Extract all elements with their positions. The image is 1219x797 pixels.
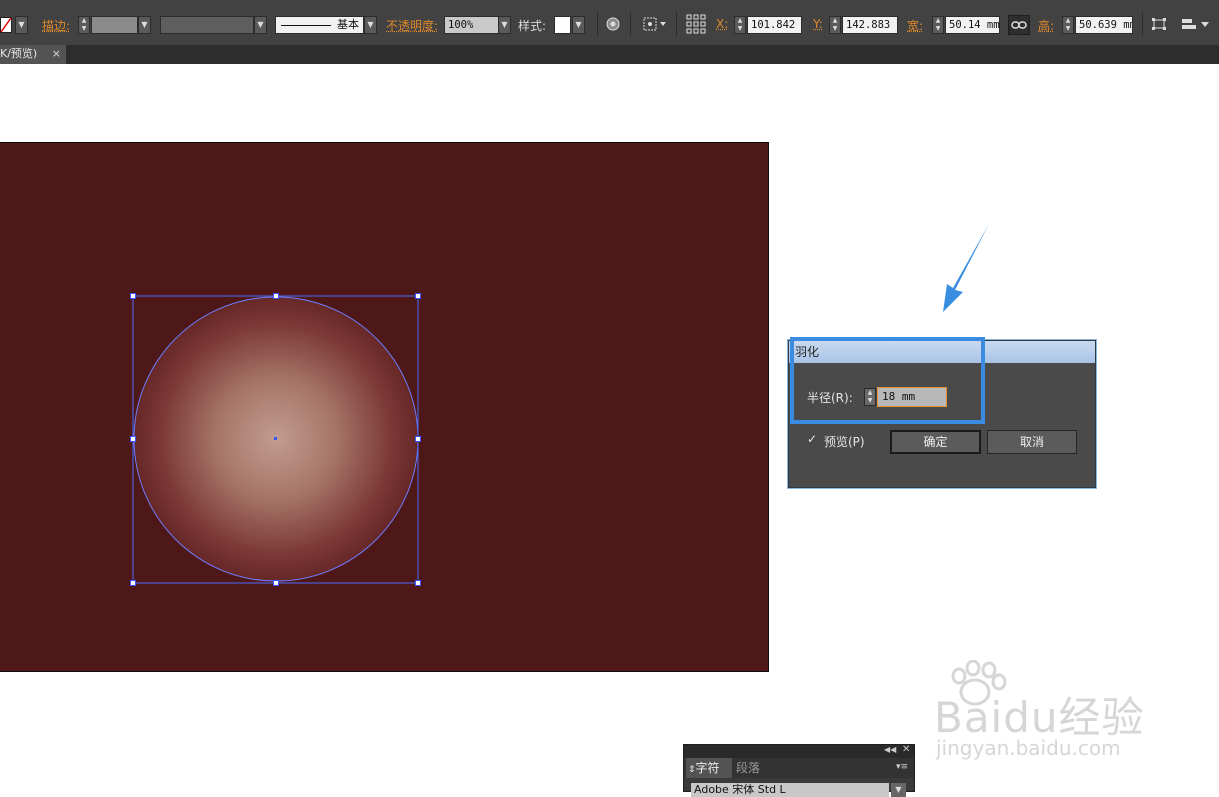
document-tab[interactable]: K/预览) × (0, 45, 66, 64)
x-input[interactable]: 101.842 r (747, 16, 802, 34)
stroke-weight-spinner[interactable]: ▲ ▼ (78, 16, 90, 34)
x-spinner[interactable]: ▲ ▼ (734, 16, 746, 34)
brush-profile-dropdown[interactable]: ▼ (364, 16, 377, 34)
feathered-circle[interactable] (134, 296, 418, 582)
stroke-weight-field[interactable] (91, 16, 138, 34)
globe-icon[interactable] (606, 17, 620, 35)
ok-button[interactable]: 确定 (890, 430, 981, 454)
highlight-box (790, 337, 985, 424)
font-dropdown[interactable]: ▼ (891, 783, 906, 797)
brush-profile-field[interactable]: 基本 (275, 16, 364, 34)
close-icon[interactable]: ✕ (902, 744, 910, 755)
stroke-weight-dropdown[interactable]: ▼ (138, 16, 151, 34)
reference-point-icon[interactable] (686, 14, 706, 38)
cancel-button[interactable]: 取消 (987, 430, 1077, 454)
width-spinner[interactable]: ▲ ▼ (932, 16, 944, 34)
y-spinner[interactable]: ▲ ▼ (829, 16, 841, 34)
checkbox-icon[interactable]: ✓ (807, 433, 819, 445)
height-input[interactable]: 50.639 mm (1075, 16, 1133, 34)
collapse-icon[interactable]: ◀◀ (884, 745, 896, 754)
divider (1142, 12, 1143, 36)
panel-header[interactable]: ◀◀ ✕ (684, 744, 914, 758)
height-label[interactable]: 高: (1038, 17, 1054, 34)
font-family-field[interactable]: Adobe 宋体 Std L (691, 783, 889, 797)
watermark-url: jingyan.baidu.com (936, 736, 1121, 760)
divider (630, 12, 631, 36)
stroke-label[interactable]: 描边: (42, 17, 70, 34)
transform-box-icon[interactable] (1151, 17, 1167, 35)
variable-width-field[interactable] (160, 16, 254, 34)
close-icon[interactable]: × (52, 45, 61, 63)
no-fill-icon[interactable] (0, 17, 12, 33)
character-panel: ◀◀ ✕ ⇕字符 段落 ▾≡ Adobe 宋体 Std L ▼ (683, 744, 915, 797)
link-icon[interactable] (1008, 15, 1030, 35)
opacity-dropdown[interactable]: ▼ (498, 16, 511, 34)
transform-icon[interactable] (643, 17, 667, 35)
tab-character[interactable]: ⇕字符 (686, 758, 732, 778)
fill-dropdown[interactable]: ▼ (15, 16, 28, 34)
control-bar: ▼ 描边: ▲ ▼ ▼ ▼ 基本 ▼ 不透明度: 100% ▼ 样式: ▼ X: … (0, 0, 1219, 46)
style-swatch[interactable] (554, 16, 571, 34)
width-label[interactable]: 宽: (907, 17, 923, 34)
variable-width-dropdown[interactable]: ▼ (254, 16, 267, 34)
opacity-input[interactable]: 100% (444, 16, 499, 34)
preview-label[interactable]: 预览(P) (824, 433, 865, 450)
style-label: 样式: (518, 19, 547, 33)
divider (676, 12, 677, 36)
panel-menu-icon[interactable]: ▾≡ (896, 762, 908, 772)
panel-tab-row: ⇕字符 段落 ▾≡ (684, 758, 914, 778)
tab-character-label: 字符 (695, 761, 720, 775)
x-label[interactable]: X: (716, 17, 728, 31)
opacity-label[interactable]: 不透明度: (386, 17, 438, 34)
divider (597, 12, 598, 36)
y-input[interactable]: 142.883 r (842, 16, 898, 34)
stroke-profile-label: 基本 (337, 18, 359, 31)
document-tab-strip: K/预览) × (0, 45, 1219, 64)
height-spinner[interactable]: ▲ ▼ (1062, 16, 1074, 34)
tab-paragraph[interactable]: 段落 (736, 758, 760, 778)
document-tab-title: K/预览) (0, 47, 38, 60)
y-label[interactable]: Y: (813, 17, 823, 31)
arrow-annotation (943, 224, 989, 312)
tab-arrows-icon: ⇕ (688, 765, 696, 775)
style-dropdown[interactable]: ▼ (572, 16, 585, 34)
align-icon[interactable] (1181, 17, 1211, 35)
width-input[interactable]: 50.14 mm (945, 16, 1000, 34)
